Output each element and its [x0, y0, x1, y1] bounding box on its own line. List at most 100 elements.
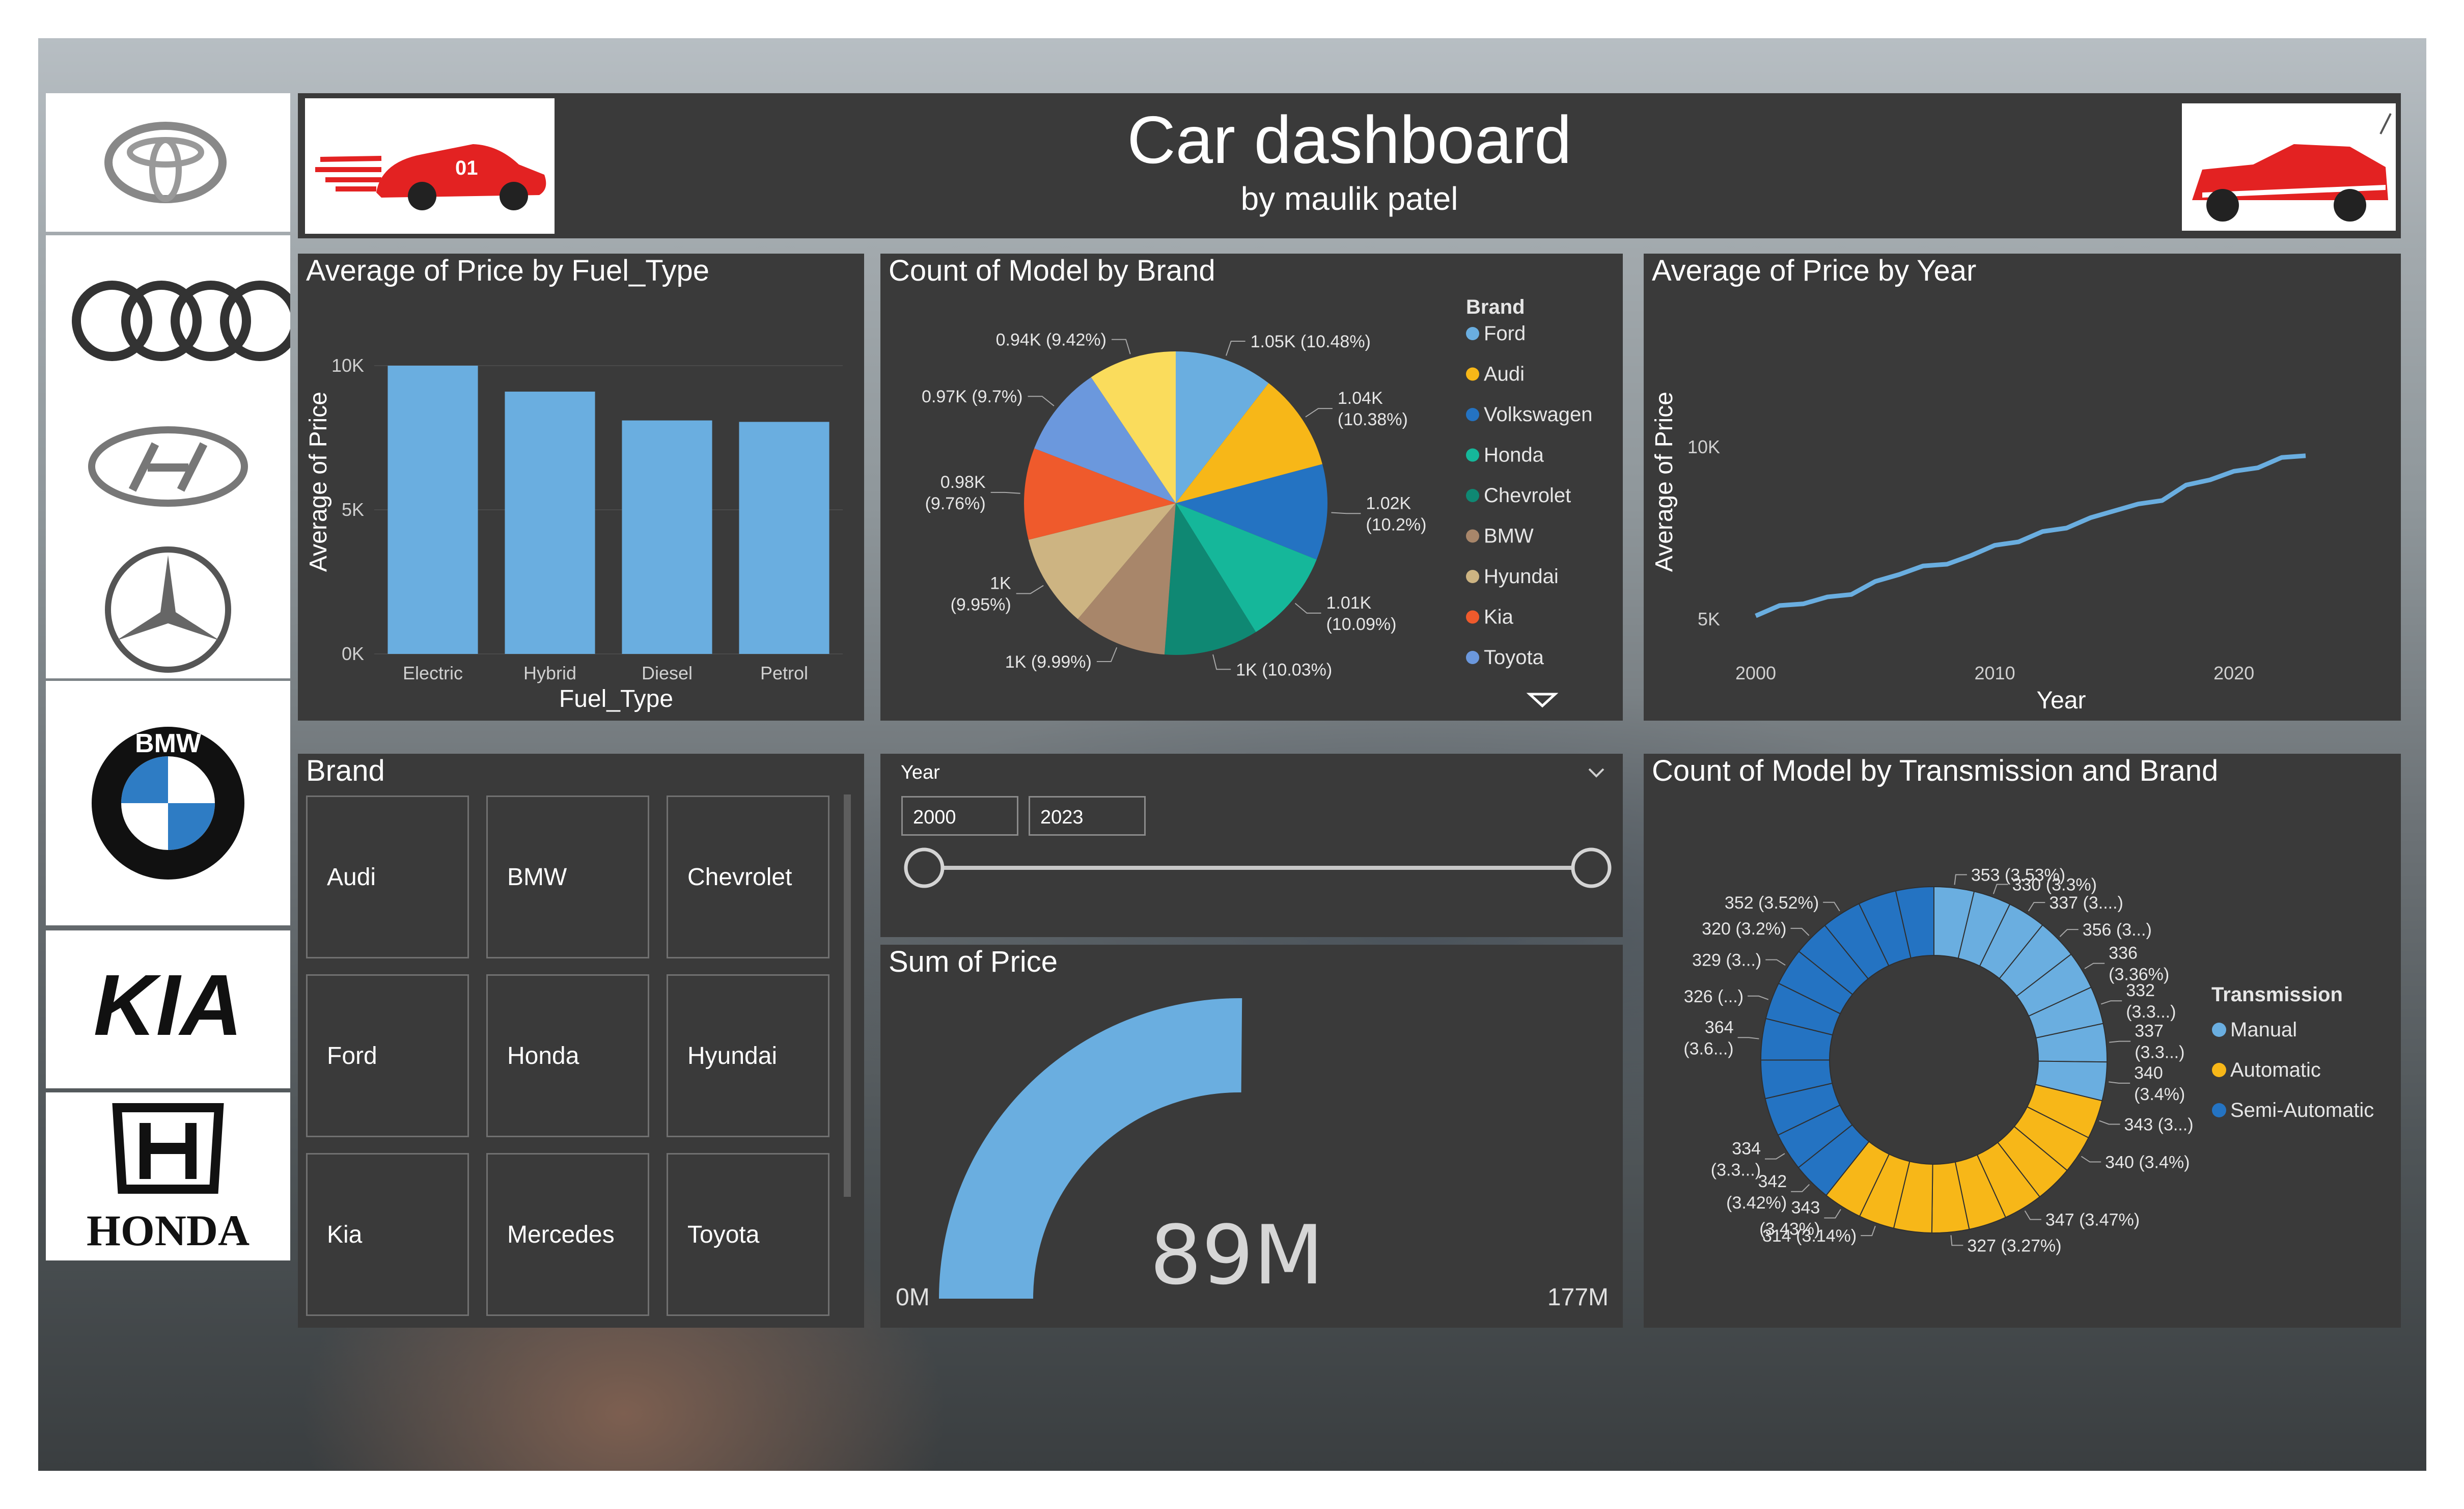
kia-logo-tile[interactable]: KIA	[46, 930, 290, 1088]
leader-line	[2024, 1210, 2041, 1220]
x-axis-title: Year	[2037, 687, 2086, 714]
brand-tile[interactable]: Ford	[306, 974, 469, 1137]
logo-stack-tile	[46, 235, 300, 678]
leader-line	[1016, 585, 1044, 594]
leader-line	[1824, 1209, 1841, 1219]
brand-tile[interactable]: Chevrolet	[667, 795, 829, 958]
y-tick-label: 10K	[331, 355, 364, 376]
pie-data-label: 1K (10.03%)	[1236, 660, 1332, 679]
legend-scroll-down-icon[interactable]	[1526, 693, 1559, 708]
legend-item[interactable]: BMW	[1484, 525, 1534, 547]
leader-line	[1790, 927, 1810, 936]
fuel-type-chart-panel[interactable]: Average of Price by Fuel_Type 0K 5K 10K Ele…	[298, 254, 864, 721]
transmission-donut-panel[interactable]: Count of Model by Transmission and Brand…	[1644, 754, 2401, 1328]
slider-start-handle[interactable]	[904, 847, 945, 888]
brand-tile[interactable]: Mercedes	[486, 1153, 649, 1316]
legend-item[interactable]: Kia	[1484, 606, 1514, 628]
year-line-panel[interactable]: Average of Price by Year 5K 10K 2000 2010 20…	[1644, 254, 2401, 721]
legend-dot	[1466, 327, 1479, 340]
honda-logo-tile[interactable]: HONDA	[46, 1092, 290, 1260]
leader-line	[2084, 963, 2105, 969]
y-axis-title: Average of Price	[1651, 392, 1678, 572]
x-tick-label: 2010	[1975, 663, 2015, 683]
legend-item[interactable]: Audi	[1484, 363, 1525, 386]
leader-line	[1823, 901, 1840, 912]
donut-data-label: 334 (3.3...)	[1711, 1139, 1761, 1180]
pie-data-label: 1.02K (10.2%)	[1366, 493, 1426, 534]
donut-data-label: 332 (3.3...)	[2126, 981, 2176, 1022]
legend-item[interactable]: Semi-Automatic	[2230, 1099, 2374, 1121]
brand-tile[interactable]: BMW	[486, 795, 649, 958]
legend-item[interactable]: Ford	[1484, 322, 1526, 345]
legend-item[interactable]: Automatic	[2230, 1059, 2321, 1081]
leader-line	[1737, 1037, 1759, 1039]
leader-line	[2099, 1120, 2120, 1125]
pie-data-label: 1.04K (10.38%)	[1338, 389, 1408, 429]
bar[interactable]	[505, 391, 595, 654]
sum-price-gauge: 89M 0M 177M	[896, 998, 1609, 1311]
donut-data-label: 340 (3.4%)	[2105, 1153, 2190, 1172]
legend-dot	[1466, 367, 1479, 381]
bar[interactable]	[622, 420, 712, 654]
brand-tile[interactable]: Hyundai	[667, 974, 829, 1137]
price-line[interactable]	[1755, 453, 2306, 618]
legend-dot	[2212, 1023, 2226, 1037]
leader-line	[1112, 339, 1131, 354]
legend-dot	[1466, 448, 1479, 462]
donut-data-label: 327 (3.27%)	[1967, 1236, 2061, 1255]
legend-item[interactable]: Toyota	[1484, 646, 1544, 669]
donut-data-label: 340 (3.4%)	[2134, 1063, 2185, 1104]
leader-line	[1791, 1184, 1810, 1192]
donut-data-label: 343 (3...)	[2124, 1115, 2193, 1134]
brand-pie-panel[interactable]: Count of Model by Brand 1.05K (10.48%) 1.…	[880, 254, 1623, 721]
honda-logo-text: HONDA	[87, 1206, 250, 1255]
donut-data-label: 326 (...)	[1684, 987, 1743, 1006]
legend-item[interactable]: Volkswagen	[1484, 403, 1592, 426]
y-axis-title: Average of Price	[305, 392, 332, 572]
bmw-logo-text: BMW	[135, 729, 202, 758]
donut-data-label: 347 (3.47%)	[2045, 1210, 2140, 1229]
leader-line	[1765, 1153, 1785, 1160]
bar[interactable]	[387, 366, 478, 654]
fuel-type-bar-chart: 0K 5K 10K Electric Hybrid Diesel Petrol Fuel_Ty…	[305, 355, 843, 712]
slicer-scrollbar[interactable]	[844, 794, 851, 1197]
year-range-slider[interactable]	[896, 845, 1619, 891]
legend-item[interactable]: Hyundai	[1484, 565, 1559, 588]
legend-dot	[1466, 570, 1479, 583]
sum-price-panel[interactable]: Sum of Price 89M 0M 177M	[880, 945, 1623, 1328]
y-tick-label: 5K	[1698, 609, 1720, 629]
legend-item[interactable]: Chevrolet	[1484, 484, 1571, 507]
year-end-input[interactable]: 2023	[1029, 796, 1146, 836]
leader-line	[1331, 512, 1361, 514]
legend-item[interactable]: Honda	[1484, 444, 1544, 467]
slider-end-handle[interactable]	[1571, 847, 1612, 888]
transmission-donut-chart: 353 (3.53%)330 (3.3%)337 (3....)356 (3..…	[1683, 866, 2374, 1256]
brand-tile[interactable]: Kia	[306, 1153, 469, 1316]
mercedes-logo	[105, 546, 231, 673]
leader-line	[1950, 1235, 1963, 1246]
year-slicer-label: Year	[901, 762, 940, 783]
leader-line	[2100, 1000, 2122, 1005]
donut-data-label: 337 (3....)	[2049, 893, 2123, 913]
gauge-min-label: 0M	[896, 1284, 930, 1311]
legend-item[interactable]: Manual	[2230, 1019, 2297, 1041]
brand-tile[interactable]: Honda	[486, 974, 649, 1137]
year-start-input[interactable]: 2000	[901, 796, 1018, 836]
panel-title: Brand	[306, 754, 385, 787]
pie-data-label: 0.94K (9.42%)	[996, 331, 1106, 350]
donut-data-label: 364 (3.6...)	[1683, 1018, 1733, 1058]
pie-data-label: 1.01K (10.09%)	[1326, 593, 1396, 634]
x-tick-label: 2020	[2213, 663, 2254, 683]
bmw-logo-tile[interactable]: BMW	[46, 681, 290, 925]
donut-data-label: 329 (3...)	[1692, 950, 1761, 970]
toyota-logo-tile[interactable]	[46, 93, 290, 232]
leader-line	[2028, 902, 2045, 912]
leader-line	[1305, 408, 1333, 418]
leader-line	[1992, 884, 2008, 894]
brand-tile[interactable]: Audi	[306, 795, 469, 958]
chevron-down-icon[interactable]	[1586, 765, 1607, 780]
brand-tile[interactable]: Toyota	[667, 1153, 829, 1316]
bar[interactable]	[739, 422, 829, 654]
donut-data-label: 352 (3.52%)	[1725, 893, 1819, 913]
pie-data-label: 1K (9.99%)	[1005, 652, 1092, 672]
